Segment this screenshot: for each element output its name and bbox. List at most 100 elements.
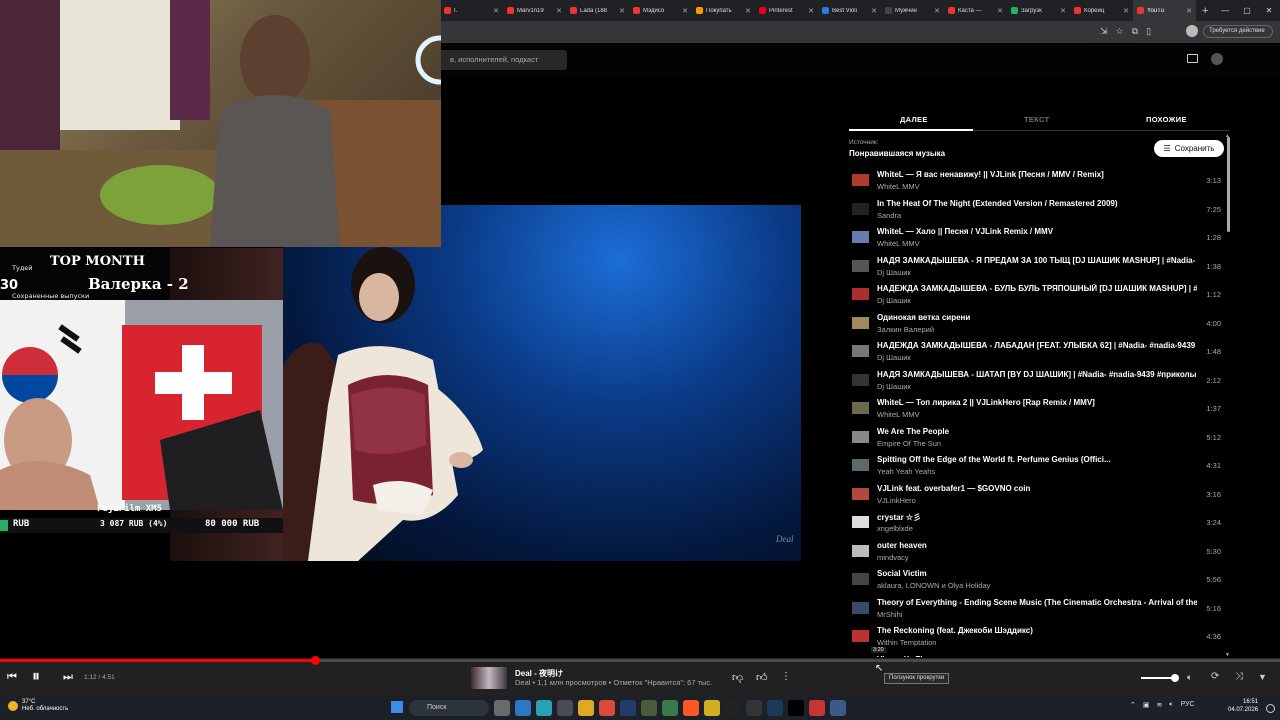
browser-tab[interactable]: Покупать ✕	[692, 0, 755, 21]
tab-close-icon[interactable]: ✕	[934, 7, 940, 15]
language-indicator[interactable]: РУС	[1181, 701, 1195, 709]
tab-close-icon[interactable]: ✕	[682, 7, 688, 15]
tab-close-icon[interactable]: ✕	[493, 7, 499, 15]
browser-tab[interactable]: Корейц ✕	[1070, 0, 1133, 21]
bookmark-star-icon[interactable]: ☆	[1116, 26, 1124, 37]
app-icon-9[interactable]	[662, 700, 678, 716]
tab-close-icon[interactable]: ✕	[1060, 7, 1066, 15]
tab-close-icon[interactable]: ✕	[871, 7, 877, 15]
browser-tab[interactable]: Best Violi ✕	[818, 0, 881, 21]
progress-handle[interactable]	[310, 656, 320, 665]
new-tab-button[interactable]: +	[1202, 5, 1208, 17]
close-window-icon[interactable]: ✕	[1258, 0, 1280, 21]
maximize-icon[interactable]: ▢	[1236, 0, 1258, 21]
cast-icon[interactable]	[1187, 54, 1198, 63]
tab-close-icon[interactable]: ✕	[997, 7, 1003, 15]
queue-item[interactable]: VJLink feat. overbafer1 — $GOVNO coin VJL…	[849, 480, 1221, 509]
browser-tab[interactable]: Marv1n19 ✕	[503, 0, 566, 21]
taskbar-search[interactable]: Поиск	[409, 700, 489, 716]
more-options-icon[interactable]: ⋮	[781, 671, 791, 682]
tab-close-icon[interactable]: ✕	[745, 7, 751, 15]
tray-app-icon[interactable]: ▣	[1143, 701, 1150, 709]
taskbar-clock[interactable]: 16:51 04.07.2026	[1228, 698, 1258, 714]
queue-item[interactable]: The Reckoning (feat. Джекоби Шэддикс) Wit…	[849, 622, 1221, 651]
install-icon[interactable]: ⇲	[1100, 26, 1108, 37]
start-menu-icon[interactable]	[391, 701, 403, 713]
tab-close-icon[interactable]: ✕	[556, 7, 562, 15]
app-icon-16[interactable]	[809, 700, 825, 716]
tab-close-icon[interactable]: ✕	[1186, 7, 1192, 15]
wifi-icon[interactable]: ≋	[1157, 701, 1163, 709]
app-icon-4[interactable]	[557, 700, 573, 716]
browser-tab[interactable]: Pinterest ✕	[755, 0, 818, 21]
app-icon-8[interactable]	[641, 700, 657, 716]
queue-item[interactable]: outer heaven mindvacy 5:30	[849, 537, 1221, 566]
queue-scrollbar-thumb[interactable]	[1227, 137, 1230, 232]
tab-close-icon[interactable]: ✕	[808, 7, 814, 15]
queue-item[interactable]: НАДЯ ЗАМКАДЫШЕВА - ШАТАП [BY DJ ШАШИК] |…	[849, 366, 1221, 395]
steam-icon[interactable]	[767, 700, 783, 716]
browser-tab[interactable]: Мэдисо ✕	[629, 0, 692, 21]
tab-up-next[interactable]: ДАЛЕЕ	[900, 115, 928, 124]
update-button[interactable]: Требуется действие	[1203, 25, 1273, 38]
next-track-icon[interactable]: ⏭	[63, 671, 73, 684]
queue-item[interactable]: In The Heat Of The Night (Extended Versi…	[849, 195, 1221, 224]
queue-item[interactable]: Social Victim aklaura, LONOWN и Olya Holi…	[849, 565, 1221, 594]
account-avatar[interactable]	[1211, 53, 1223, 65]
app-icon-13[interactable]	[746, 700, 762, 716]
previous-track-icon[interactable]: ⏮	[7, 671, 17, 684]
queue-item[interactable]: We Are The People Empire Of The Sun 5:12	[849, 423, 1221, 452]
extensions-icon[interactable]: ⧉	[1132, 26, 1138, 37]
shuffle-icon[interactable]: ⤨	[1235, 671, 1243, 682]
tab-lyrics[interactable]: ТЕКСТ	[1024, 115, 1049, 124]
queue-item[interactable]: crystar ☆彡 xngelblxde 3:24	[849, 508, 1221, 537]
queue-item[interactable]: WhiteL — Топ лирика 2 || VJLinkHero [Rap…	[849, 394, 1221, 423]
queue-item[interactable]: WhiteL — Хало || Песня / VJLink Remix / …	[849, 223, 1221, 252]
expand-player-icon[interactable]: ▼	[1258, 672, 1267, 682]
sidebar-icon[interactable]: ▯	[1146, 26, 1151, 37]
profile-avatar[interactable]	[1186, 25, 1198, 37]
progress-bar[interactable]	[0, 656, 1280, 665]
browser-tab[interactable]: YouTu ✕	[1133, 0, 1196, 21]
queue-item[interactable]: НАДЕЖДА ЗАМКАДЫШЕВА - ЛАБАДАН [FEAT. УЛЫ…	[849, 337, 1221, 366]
tab-close-icon[interactable]: ✕	[1123, 7, 1129, 15]
volume-slider[interactable]	[1141, 677, 1175, 679]
browser-tab[interactable]: I. ✕	[440, 0, 503, 21]
app-icon-11[interactable]	[704, 700, 720, 716]
weather-widget[interactable]: 37°C Неб. облачность	[8, 699, 68, 713]
app-icon-15[interactable]	[788, 700, 804, 716]
repeat-icon[interactable]: ⟳	[1211, 671, 1219, 682]
like-icon[interactable]: 👍︎	[756, 671, 768, 684]
minimize-icon[interactable]: —	[1214, 0, 1236, 21]
edge-icon[interactable]	[536, 700, 552, 716]
queue-item[interactable]: НАДЕЖДА ЗАМКАДЫШЕВА - БУЛЬ БУЛЬ ТРЯПОШНЫ…	[849, 280, 1221, 309]
search-input[interactable]: в, исполнителей, подкаст	[420, 50, 567, 70]
app-icon-2[interactable]	[515, 700, 531, 716]
browser-tab[interactable]: Мужчин ✕	[881, 0, 944, 21]
app-icon-1[interactable]	[494, 700, 510, 716]
pause-icon[interactable]: ⏸	[32, 668, 40, 686]
browser-tab[interactable]: Загрузк ✕	[1007, 0, 1070, 21]
app-icon-10[interactable]	[683, 700, 699, 716]
queue-item[interactable]: Theory of Everything - Ending Scene Musi…	[849, 594, 1221, 623]
scroll-up-arrow-icon[interactable]: ▲	[1225, 133, 1230, 139]
now-playing-thumbnail[interactable]	[471, 667, 507, 689]
photoshop-icon[interactable]	[620, 700, 636, 716]
app-icon-12[interactable]	[725, 700, 741, 716]
tab-close-icon[interactable]: ✕	[619, 7, 625, 15]
volume-knob[interactable]	[1171, 674, 1179, 682]
source-playlist-name[interactable]: Понравившаяся музыка	[849, 149, 945, 158]
file-explorer-icon[interactable]	[578, 700, 594, 716]
tab-related[interactable]: ПОХОЖИЕ	[1146, 115, 1187, 124]
queue-item[interactable]: WhiteL — Я вас ненавижу! || VJLink [Песн…	[849, 166, 1221, 195]
save-button[interactable]: ☰ Сохранить	[1154, 140, 1224, 157]
browser-tab[interactable]: Каста — ✕	[944, 0, 1007, 21]
queue-item[interactable]: Одинокая ветка сирени Залкин Валерий 4:00	[849, 309, 1221, 338]
settings-icon[interactable]	[830, 700, 846, 716]
volume-icon[interactable]: 🔈︎	[1187, 672, 1192, 683]
tray-chevron-icon[interactable]: ⌃	[1130, 701, 1136, 709]
queue-item[interactable]: Spitting Off the Edge of the World ft. P…	[849, 451, 1221, 480]
chrome-icon[interactable]	[599, 700, 615, 716]
browser-tab[interactable]: Lada (188 ✕	[566, 0, 629, 21]
speaker-icon[interactable]: 🔈︎	[1169, 701, 1173, 709]
